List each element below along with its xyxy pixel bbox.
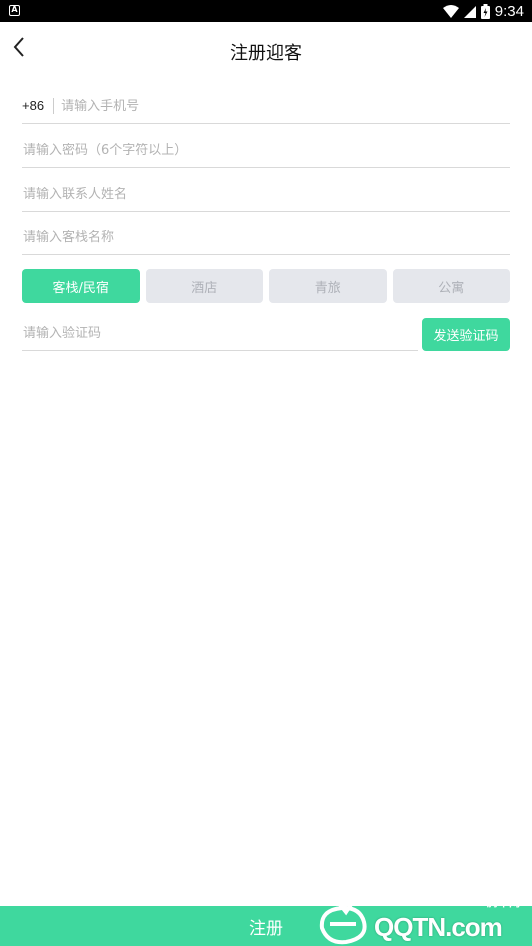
phone-input[interactable] [60,98,510,114]
password-input[interactable] [22,143,510,158]
type-hotel-button[interactable]: 酒店 [145,269,263,303]
phone-field-row: +86 [22,89,510,124]
register-label: 注册 [249,918,283,939]
contact-field-row [22,177,510,212]
status-icons: 9:34 [442,2,524,20]
cellular-signal-icon [463,5,476,18]
app-notification-icon: A [9,5,20,16]
page-title: 注册迎客 [230,43,302,64]
inn-name-input[interactable] [22,230,510,245]
inn-field-row [22,221,510,255]
verification-field-row [22,316,418,351]
status-bar: A 9:34 [0,0,532,22]
type-hostel-button[interactable]: 青旅 [269,269,387,303]
verification-code-input[interactable] [22,325,418,341]
property-type-selector: 客栈/民宿 酒店 青旅 公寓 [22,269,510,303]
type-apartment-button[interactable]: 公寓 [392,269,510,303]
country-code-prefix: +86 [22,98,55,114]
wifi-icon [442,4,459,18]
qqtn-logo-icon [319,898,367,945]
battery-icon [480,3,490,19]
nav-bar: 注册迎客 [0,22,532,78]
watermark-domain: QQTN.com [374,912,503,942]
send-code-button[interactable]: 发送验证码 [422,318,510,351]
contact-name-input[interactable] [22,186,510,202]
type-inn-homestay-button[interactable]: 客栈/民宿 [22,269,140,303]
status-time: 9:34 [494,2,524,20]
watermark: 腾牛网 QQTN.com [316,892,526,946]
password-field-row [22,134,510,168]
watermark-site-name: 腾牛网 [487,896,520,909]
